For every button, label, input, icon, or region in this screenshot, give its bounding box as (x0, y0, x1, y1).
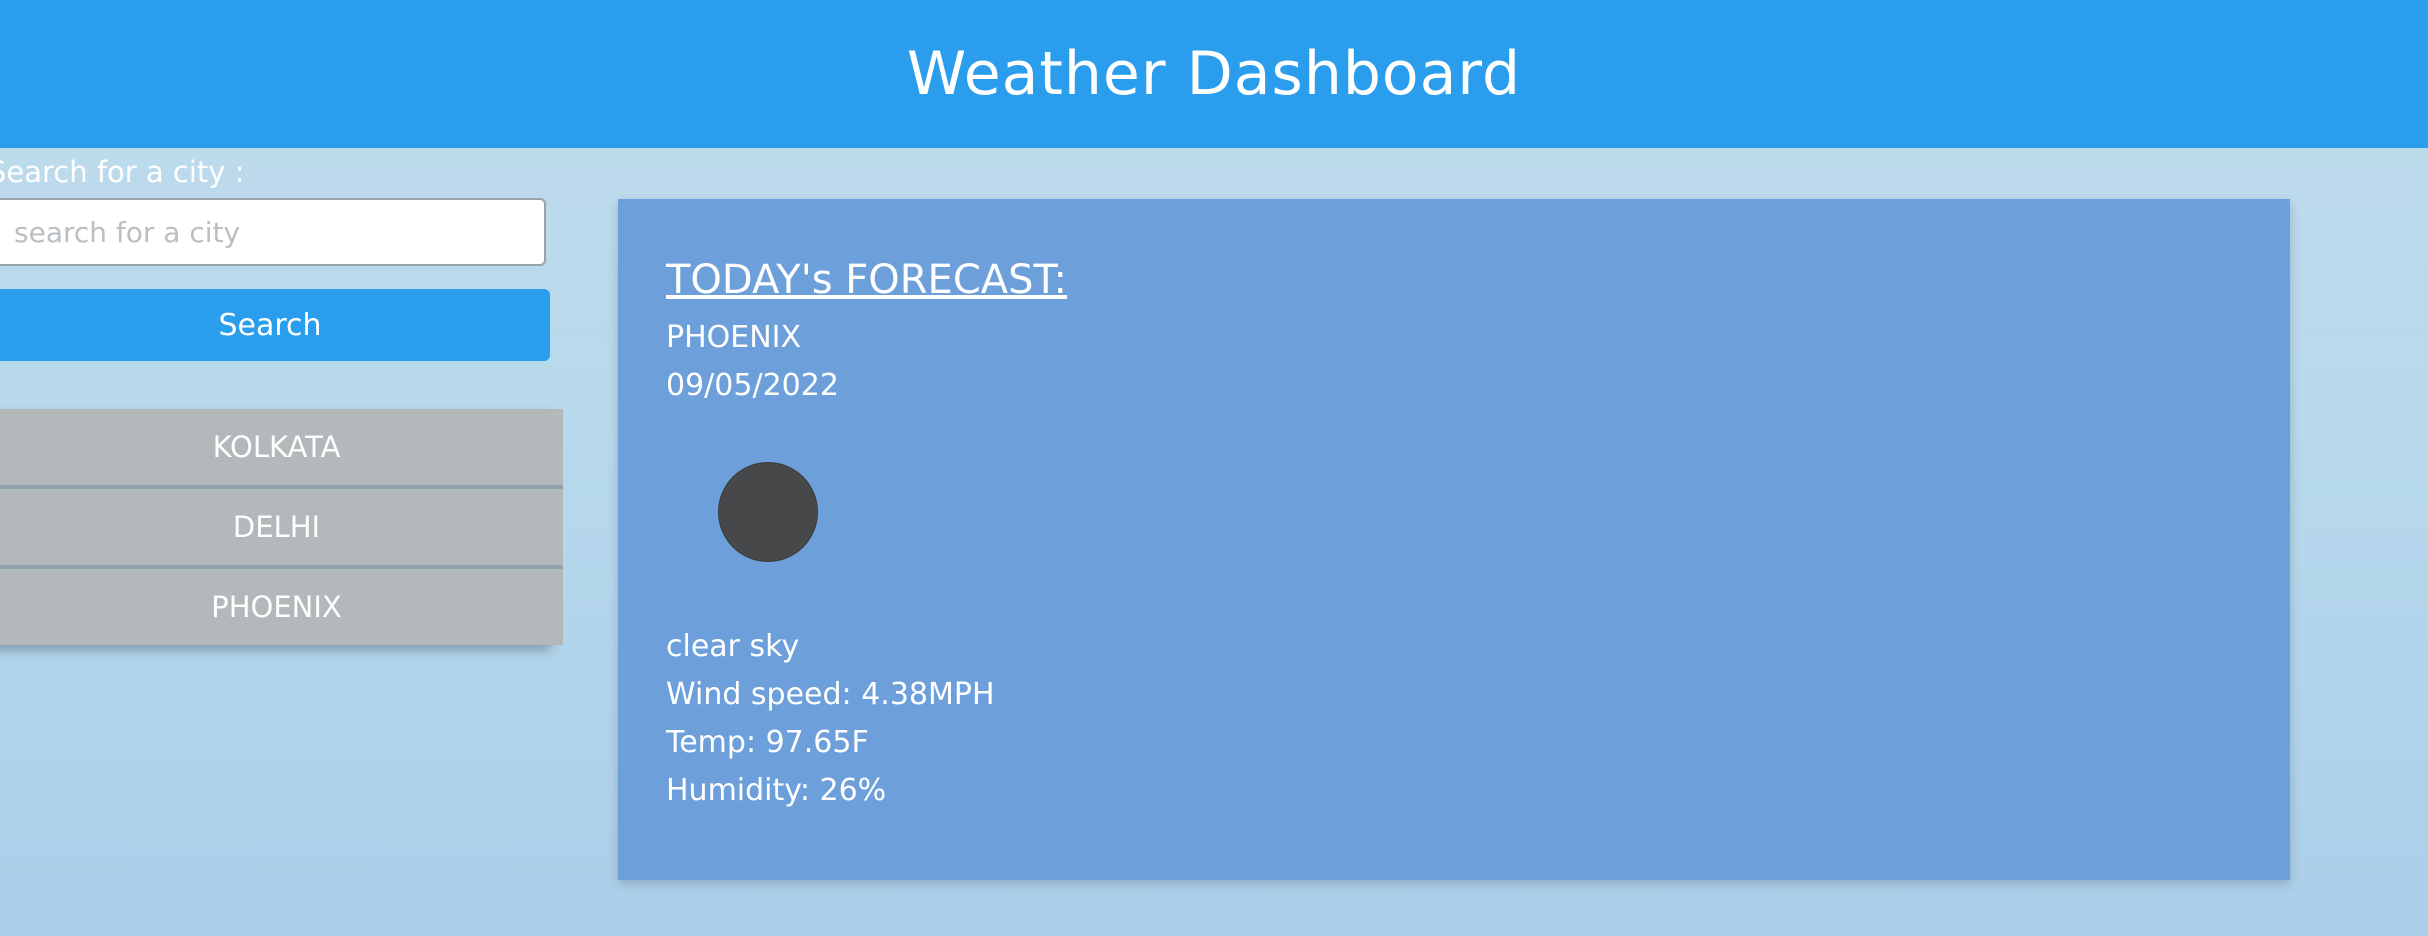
search-history-list: KOLKATA DELHI PHOENIX (0, 409, 563, 645)
forecast-wind-speed: Wind speed: 4.38MPH (666, 677, 995, 712)
search-input[interactable] (0, 198, 546, 266)
search-button[interactable]: Search (0, 289, 550, 361)
search-label: Search for a city : (0, 155, 245, 189)
weather-condition-icon (718, 462, 818, 562)
page-header: Weather Dashboard (0, 0, 2428, 148)
page-title: Weather Dashboard (906, 39, 1522, 109)
history-item-phoenix[interactable]: PHOENIX (0, 569, 563, 645)
forecast-description: clear sky (666, 629, 800, 664)
forecast-date: 09/05/2022 (666, 368, 839, 403)
forecast-city: PHOENIX (666, 320, 802, 355)
forecast-heading: TODAY's FORECAST: (666, 257, 1068, 303)
today-forecast-card: TODAY's FORECAST: PHOENIX 09/05/2022 cle… (618, 199, 2290, 880)
history-item-kolkata[interactable]: KOLKATA (0, 409, 563, 489)
forecast-temperature: Temp: 97.65F (666, 725, 869, 760)
history-item-delhi[interactable]: DELHI (0, 489, 563, 569)
forecast-humidity: Humidity: 26% (666, 773, 887, 808)
